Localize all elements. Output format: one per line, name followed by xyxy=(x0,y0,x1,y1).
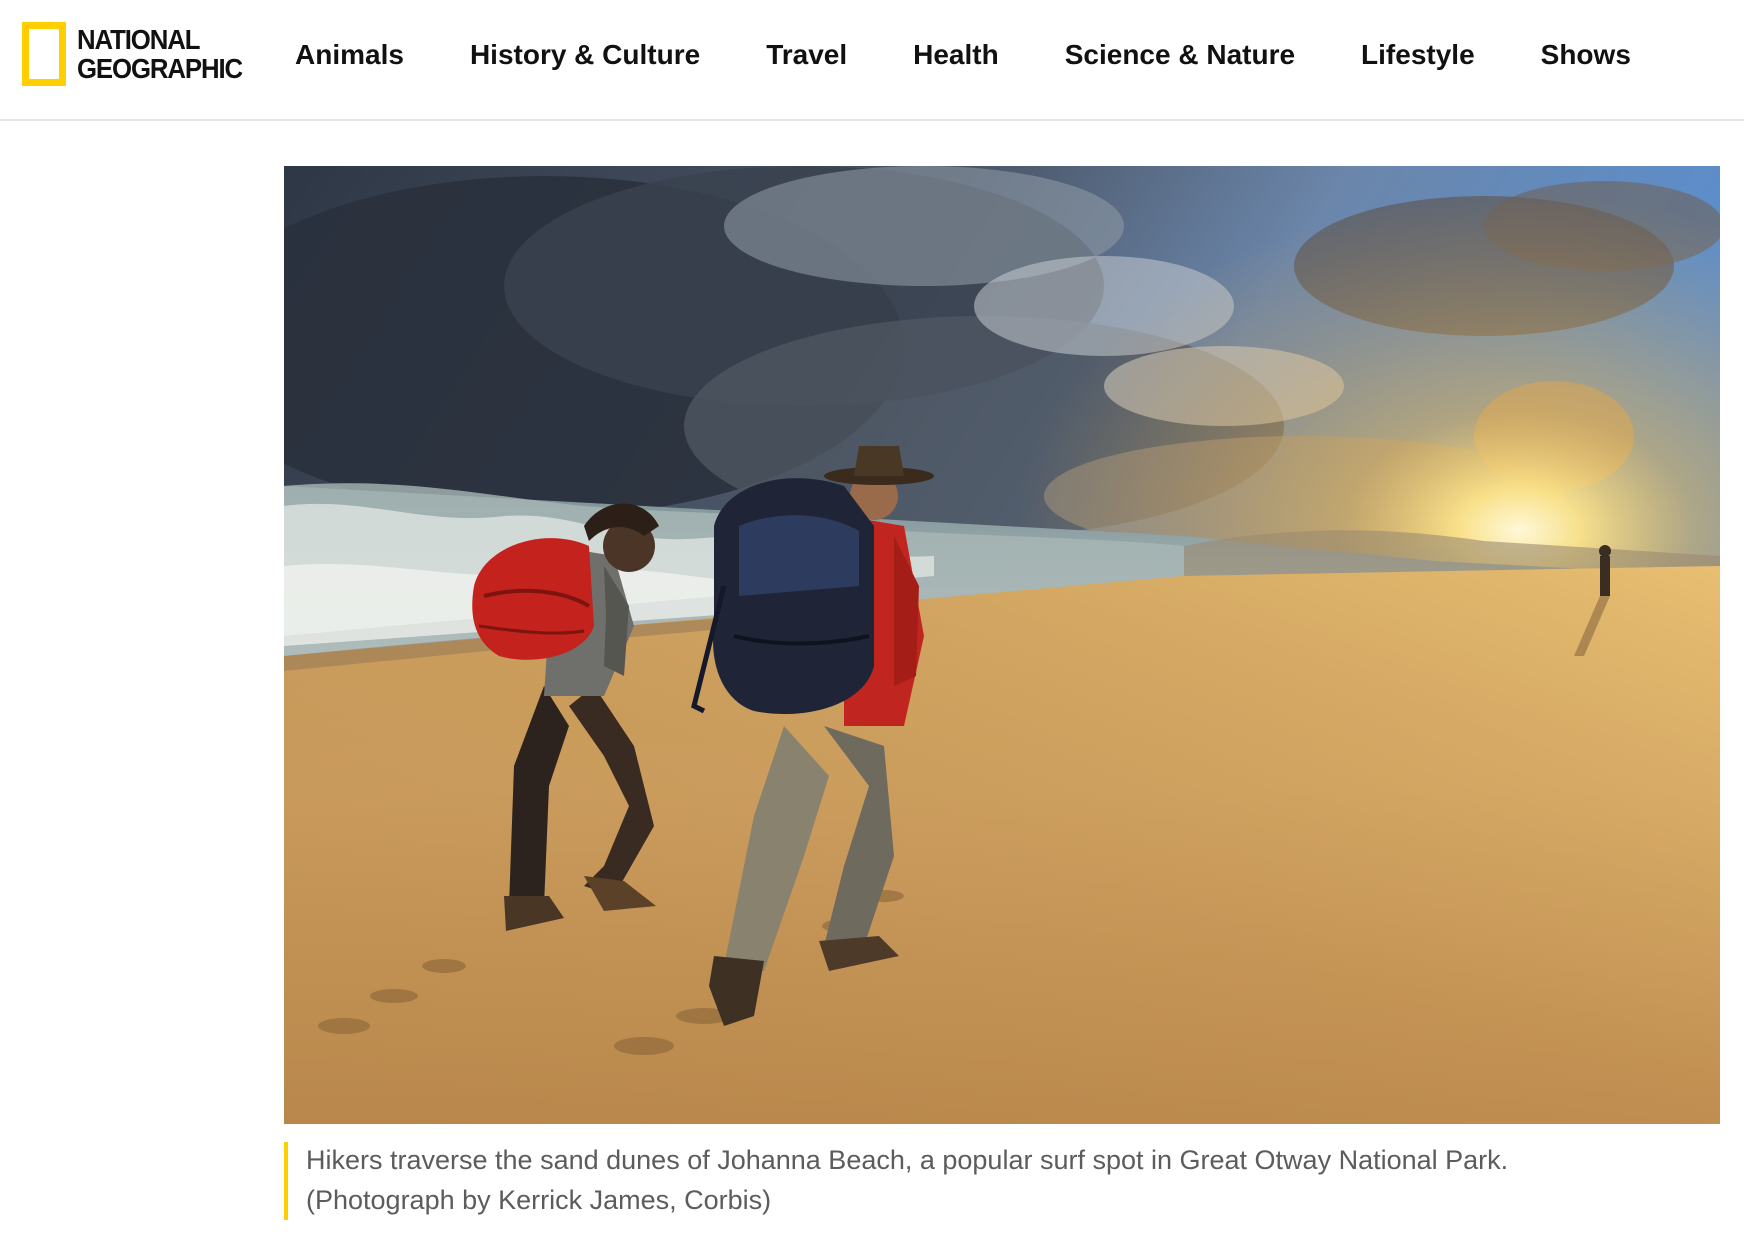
caption-text: Hikers traverse the sand dunes of Johann… xyxy=(306,1145,1509,1175)
nav-item-science-nature[interactable]: Science & Nature xyxy=(1032,39,1328,71)
site-header: NATIONAL GEOGRAPHIC Animals History & Cu… xyxy=(0,0,1744,121)
logo-line-1: NATIONAL xyxy=(77,24,200,55)
photo-credit: (Photograph by Kerrick James, Corbis) xyxy=(306,1185,772,1215)
nav-item-shows[interactable]: Shows xyxy=(1508,39,1664,71)
beach-hikers-illustration xyxy=(284,166,1720,1124)
hero-photograph xyxy=(284,166,1720,1124)
national-geographic-logo[interactable]: NATIONAL GEOGRAPHIC xyxy=(22,22,256,86)
photo-caption: Hikers traverse the sand dunes of Johann… xyxy=(284,1142,1724,1220)
nav-item-travel[interactable]: Travel xyxy=(733,39,880,71)
logo-line-2: GEOGRAPHIC xyxy=(77,53,243,84)
logo-wordmark: NATIONAL GEOGRAPHIC xyxy=(77,24,243,84)
nav-item-history-culture[interactable]: History & Culture xyxy=(437,39,733,71)
nav-item-lifestyle[interactable]: Lifestyle xyxy=(1328,39,1508,71)
nav-item-health[interactable]: Health xyxy=(880,39,1032,71)
yellow-rectangle-logo-icon xyxy=(22,22,66,86)
nav-item-animals[interactable]: Animals xyxy=(262,39,437,71)
main-navigation: Animals History & Culture Travel Health … xyxy=(262,0,1664,110)
